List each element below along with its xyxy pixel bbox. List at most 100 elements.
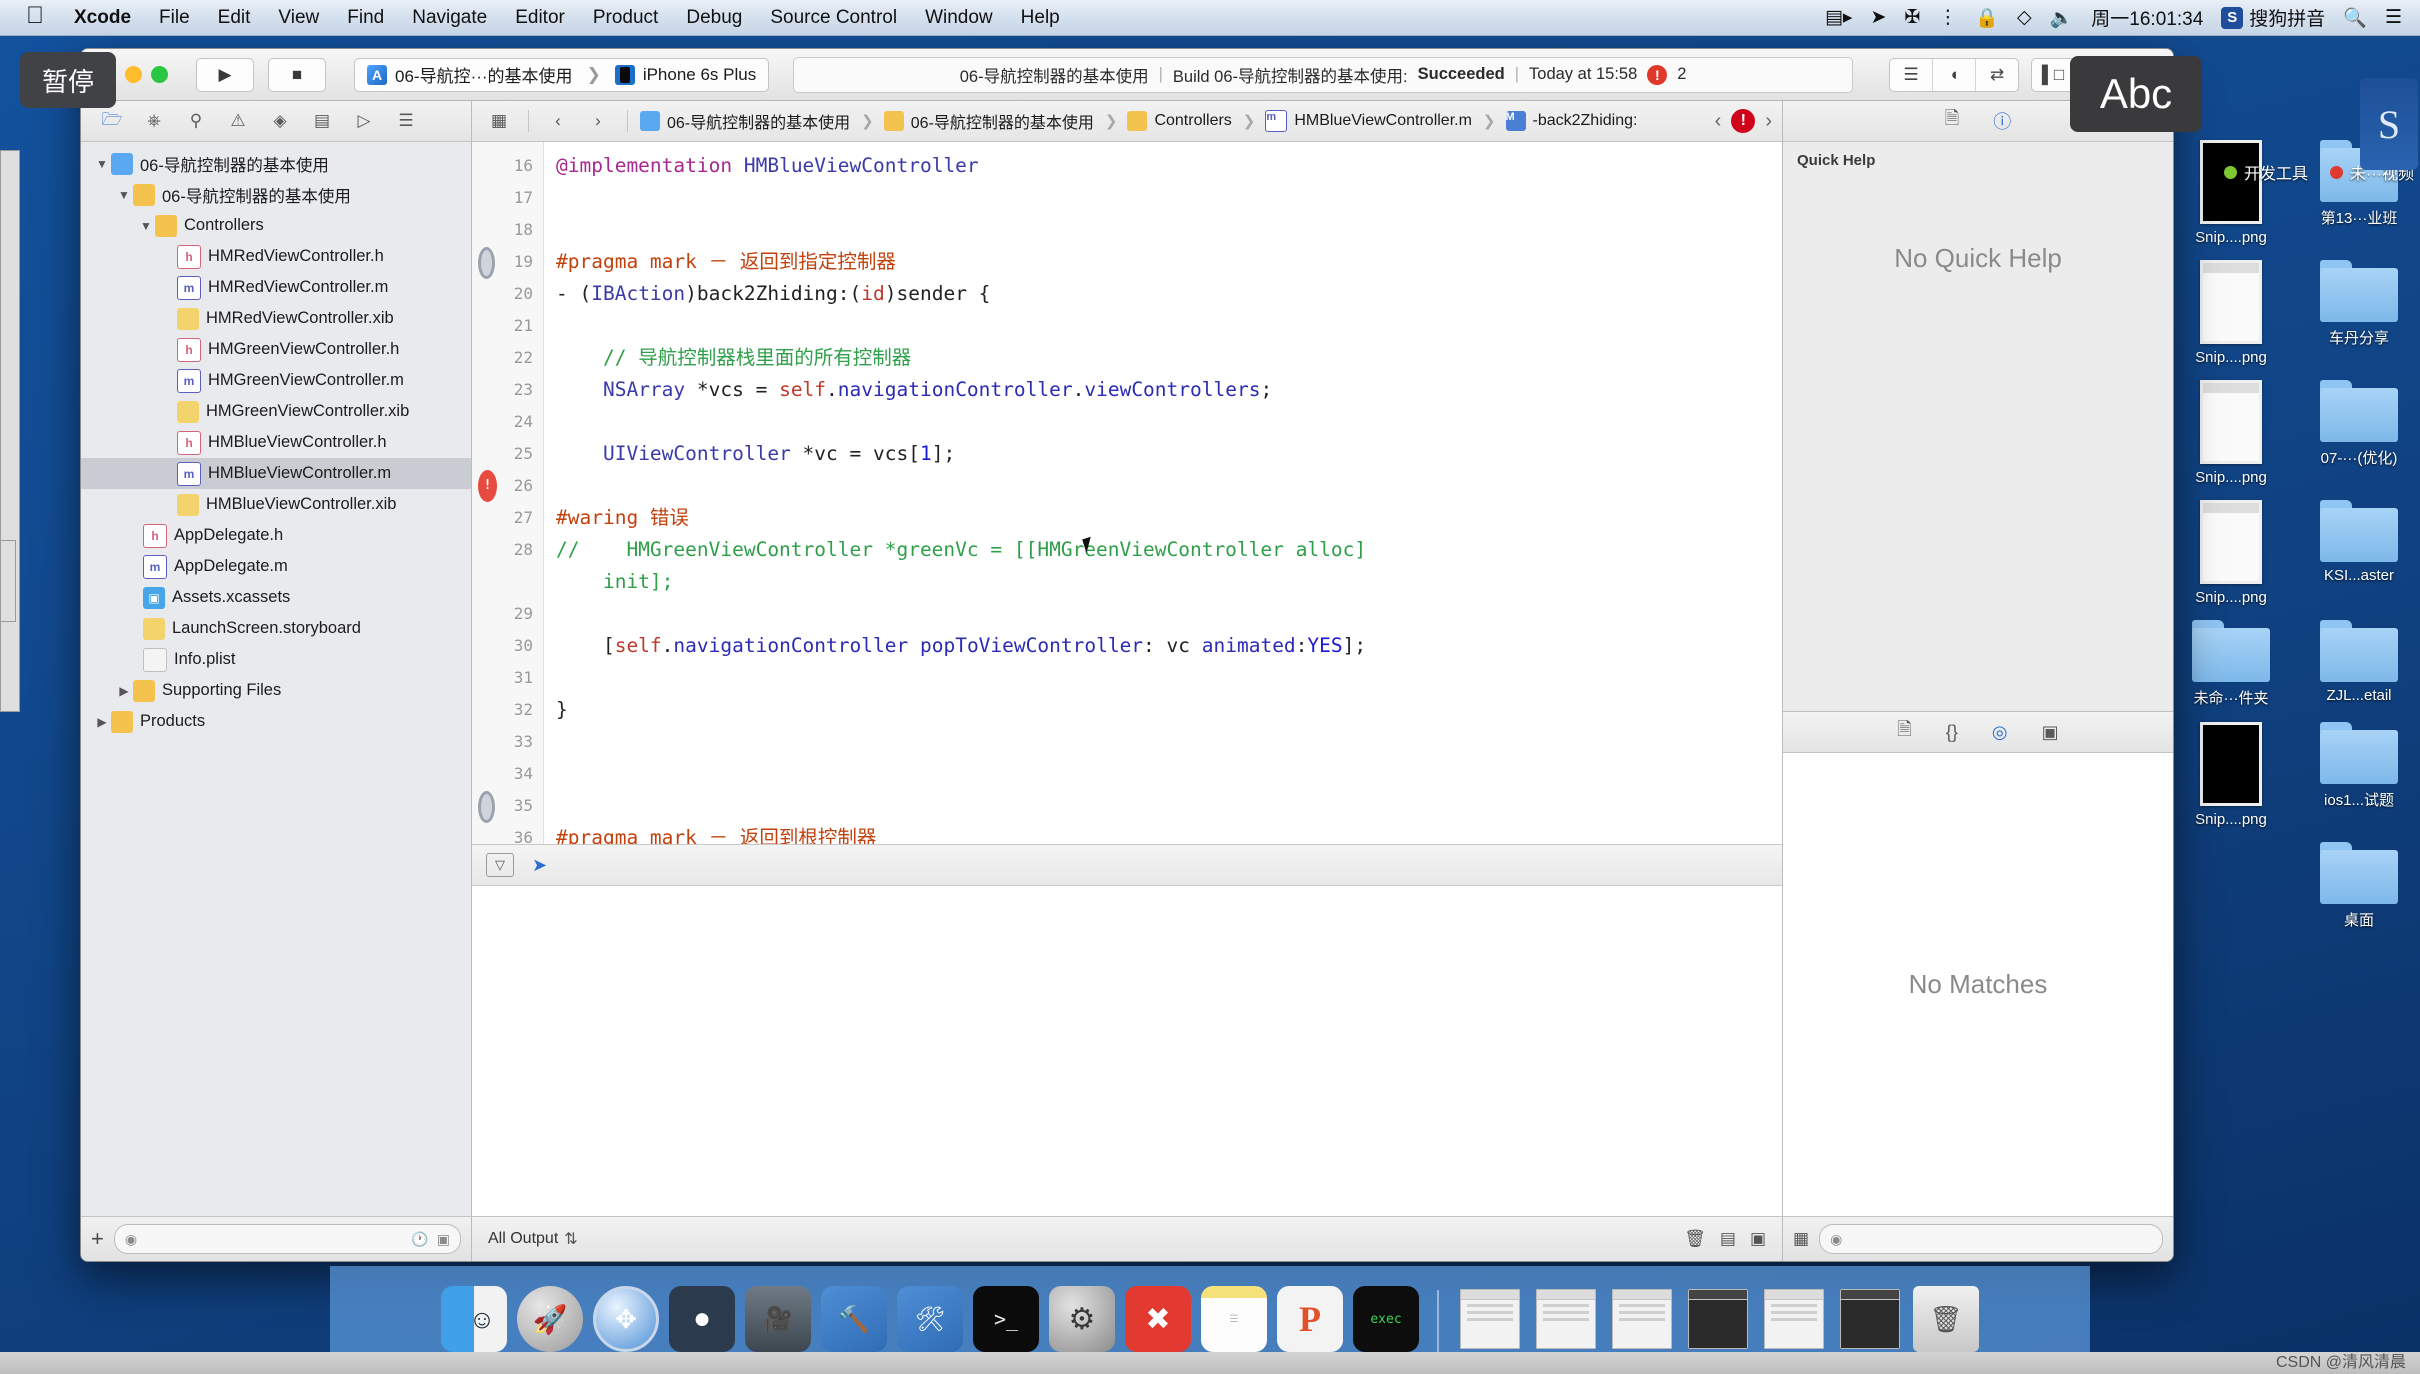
menu-debug[interactable]: Debug	[672, 7, 756, 29]
source-code-editor[interactable]: ! 16 17 18 19 20 21 22 23 24 25 26 27 28…	[472, 142, 1782, 844]
stop-button[interactable]: ■	[268, 57, 326, 92]
desktop-icon[interactable]: 桌面	[2298, 842, 2420, 930]
activity-status-bar[interactable]: 06-导航控制器的基本使用 | Build 06-导航控制器的基本使用: Suc…	[793, 56, 1853, 93]
tree-row-file[interactable]: ▣ Assets.xcassets	[81, 582, 471, 613]
media-library-tab[interactable]: ▣	[2042, 722, 2059, 743]
dock-item-finder[interactable]: ☺	[441, 1286, 507, 1352]
breakpoint-marker-icon[interactable]	[478, 247, 495, 279]
screen-record-icon[interactable]: ▤▸	[1825, 6, 1853, 29]
dock-item-pdf-expert[interactable]: P	[1277, 1286, 1343, 1352]
tree-row-file[interactable]: h HMBlueViewController.h	[81, 427, 471, 458]
desktop-icon[interactable]: 07-···(优化)	[2298, 380, 2420, 486]
run-button[interactable]: ▶	[196, 57, 254, 92]
dock-item-xcode-beta[interactable]: 🛠	[897, 1286, 963, 1352]
dock-minimized-window[interactable]	[1761, 1286, 1827, 1352]
tree-row-file[interactable]: HMRedViewController.xib	[81, 303, 471, 334]
menu-find[interactable]: Find	[333, 7, 398, 29]
clock-icon[interactable]: 🕐	[411, 1231, 428, 1248]
apple-menu-icon[interactable]: 	[26, 3, 44, 28]
toggle-navigator-icon[interactable]: ▌□	[2032, 58, 2075, 91]
standard-editor-icon[interactable]: ☰	[1890, 58, 1933, 91]
menu-xcode[interactable]: Xcode	[60, 7, 145, 29]
object-library-tab[interactable]: ◎	[1992, 722, 2008, 743]
location-arrow-icon[interactable]: ➤	[1870, 6, 1886, 29]
show-variables-icon[interactable]: ▣	[1750, 1229, 1766, 1249]
issue-navigator-icon[interactable]: ⚠	[217, 107, 259, 135]
desktop-icon[interactable]: KSI...aster	[2298, 500, 2420, 606]
desktop-icon[interactable]: 车丹分享	[2298, 260, 2420, 366]
related-items-icon[interactable]: ▦	[482, 107, 516, 135]
dock-minimized-window[interactable]	[1609, 1286, 1675, 1352]
library-filter-input[interactable]: ◉	[1819, 1224, 2163, 1254]
symbol-navigator-icon[interactable]: ⚲	[175, 107, 217, 135]
tree-row-file[interactable]: HMGreenViewController.xib	[81, 396, 471, 427]
status-error-badge-icon[interactable]: !	[1647, 64, 1668, 85]
tree-row-project[interactable]: ▼ 06-导航控制器的基本使用	[81, 148, 471, 179]
menu-file[interactable]: File	[145, 7, 204, 29]
menu-help[interactable]: Help	[1007, 7, 1074, 29]
breakpoint-marker-icon[interactable]	[478, 791, 495, 823]
dock-item-executable[interactable]: exec	[1353, 1286, 1419, 1352]
code-snippet-library-tab[interactable]: {}	[1946, 722, 1958, 743]
console-output-area[interactable]	[472, 885, 1782, 1216]
code-text-content[interactable]: @implementation HMBlueViewController #pr…	[544, 142, 1782, 844]
zoom-window-button[interactable]	[151, 66, 168, 83]
lock-icon[interactable]: 🔒	[1975, 6, 1999, 30]
search-icon[interactable]: 🔍	[2343, 6, 2367, 30]
disclosure-triangle-icon[interactable]: ▼	[93, 157, 111, 171]
version-editor-icon[interactable]: ⇄	[1976, 59, 2018, 91]
file-inspector-tab[interactable]: 🗎	[1945, 106, 1959, 136]
tree-row-file[interactable]: HMBlueViewController.xib	[81, 489, 471, 520]
menu-source-control[interactable]: Source Control	[756, 7, 911, 29]
breakpoint-navigator-icon[interactable]: ▷	[343, 107, 385, 135]
previous-issue-icon[interactable]: ‹	[1715, 110, 1722, 133]
tree-row-controllers[interactable]: ▼ Controllers	[81, 210, 471, 241]
tree-row-file[interactable]: m AppDelegate.m	[81, 551, 471, 582]
bluetooth-icon[interactable]: ✠	[1904, 6, 1920, 29]
console-filter-stepper-icon[interactable]: ⇅	[564, 1229, 577, 1249]
dock-item-system-preferences[interactable]: ⚙	[1049, 1286, 1115, 1352]
navigate-back-icon[interactable]: ‹	[541, 107, 575, 135]
sogou-ime-floating-icon[interactable]: S	[2360, 78, 2418, 170]
dock-minimized-window[interactable]	[1457, 1286, 1523, 1352]
desktop-icon[interactable]: 未命···件夹	[2170, 620, 2292, 708]
disclosure-triangle-icon[interactable]: ▼	[137, 219, 155, 233]
source-control-filter-icon[interactable]: ▣	[437, 1231, 450, 1248]
dock-item-notes[interactable]: ☰	[1201, 1286, 1267, 1352]
dock-item-trash[interactable]: 🗑	[1913, 1286, 1979, 1352]
speaker-icon[interactable]: 🔈	[2050, 6, 2074, 30]
dock-item-quicktime[interactable]: 🎥	[745, 1286, 811, 1352]
tree-row-file[interactable]: m HMRedViewController.m	[81, 272, 471, 303]
dock-item-launchpad[interactable]: 🚀	[517, 1286, 583, 1352]
tree-row-group[interactable]: ▶ Supporting Files	[81, 675, 471, 706]
breadcrumb-method[interactable]: M -back2Zhiding:	[1505, 111, 1637, 131]
continue-icon[interactable]: ➤	[532, 855, 547, 876]
menu-editor[interactable]: Editor	[501, 7, 579, 29]
navigate-forward-icon[interactable]: ›	[581, 107, 615, 135]
show-console-icon[interactable]: ▤	[1720, 1229, 1736, 1249]
tree-row-file-selected[interactable]: m HMBlueViewController.m	[81, 458, 471, 489]
hide-debug-icon[interactable]: ▽	[486, 853, 514, 877]
disclosure-triangle-icon[interactable]: ▼	[115, 188, 133, 202]
trash-icon[interactable]: 🗑	[1684, 1229, 1706, 1249]
dock-item-xcode[interactable]: 🔨	[821, 1286, 887, 1352]
tree-row-file[interactable]: h HMGreenViewController.h	[81, 334, 471, 365]
file-template-library-tab[interactable]: 🗎	[1897, 717, 1911, 747]
menu-edit[interactable]: Edit	[204, 7, 265, 29]
minimize-window-button[interactable]	[125, 66, 142, 83]
menu-window[interactable]: Window	[911, 7, 1007, 29]
breadcrumb-group[interactable]: 06-导航控制器的基本使用 ❯	[883, 109, 1122, 133]
desktop-icon[interactable]: Snip....png	[2170, 722, 2292, 828]
dock-minimized-window[interactable]	[1533, 1286, 1599, 1352]
sound-wave-icon[interactable]: ⋮	[1938, 6, 1957, 29]
dock-minimized-window[interactable]	[1685, 1286, 1751, 1352]
test-navigator-icon[interactable]: ◈	[259, 107, 301, 135]
tree-row-file[interactable]: h HMRedViewController.h	[81, 241, 471, 272]
dock-item-mouse-utility[interactable]: ●	[669, 1286, 735, 1352]
debug-navigator-icon[interactable]: ▤	[301, 107, 343, 135]
desktop-icon[interactable]: Snip....png	[2170, 380, 2292, 486]
dock-item-safari[interactable]: ✥	[593, 1286, 659, 1352]
console-filter-label[interactable]: All Output	[488, 1230, 558, 1248]
dropbox-icon[interactable]: ◇	[2017, 6, 2032, 29]
dock-minimized-window[interactable]	[1837, 1286, 1903, 1352]
